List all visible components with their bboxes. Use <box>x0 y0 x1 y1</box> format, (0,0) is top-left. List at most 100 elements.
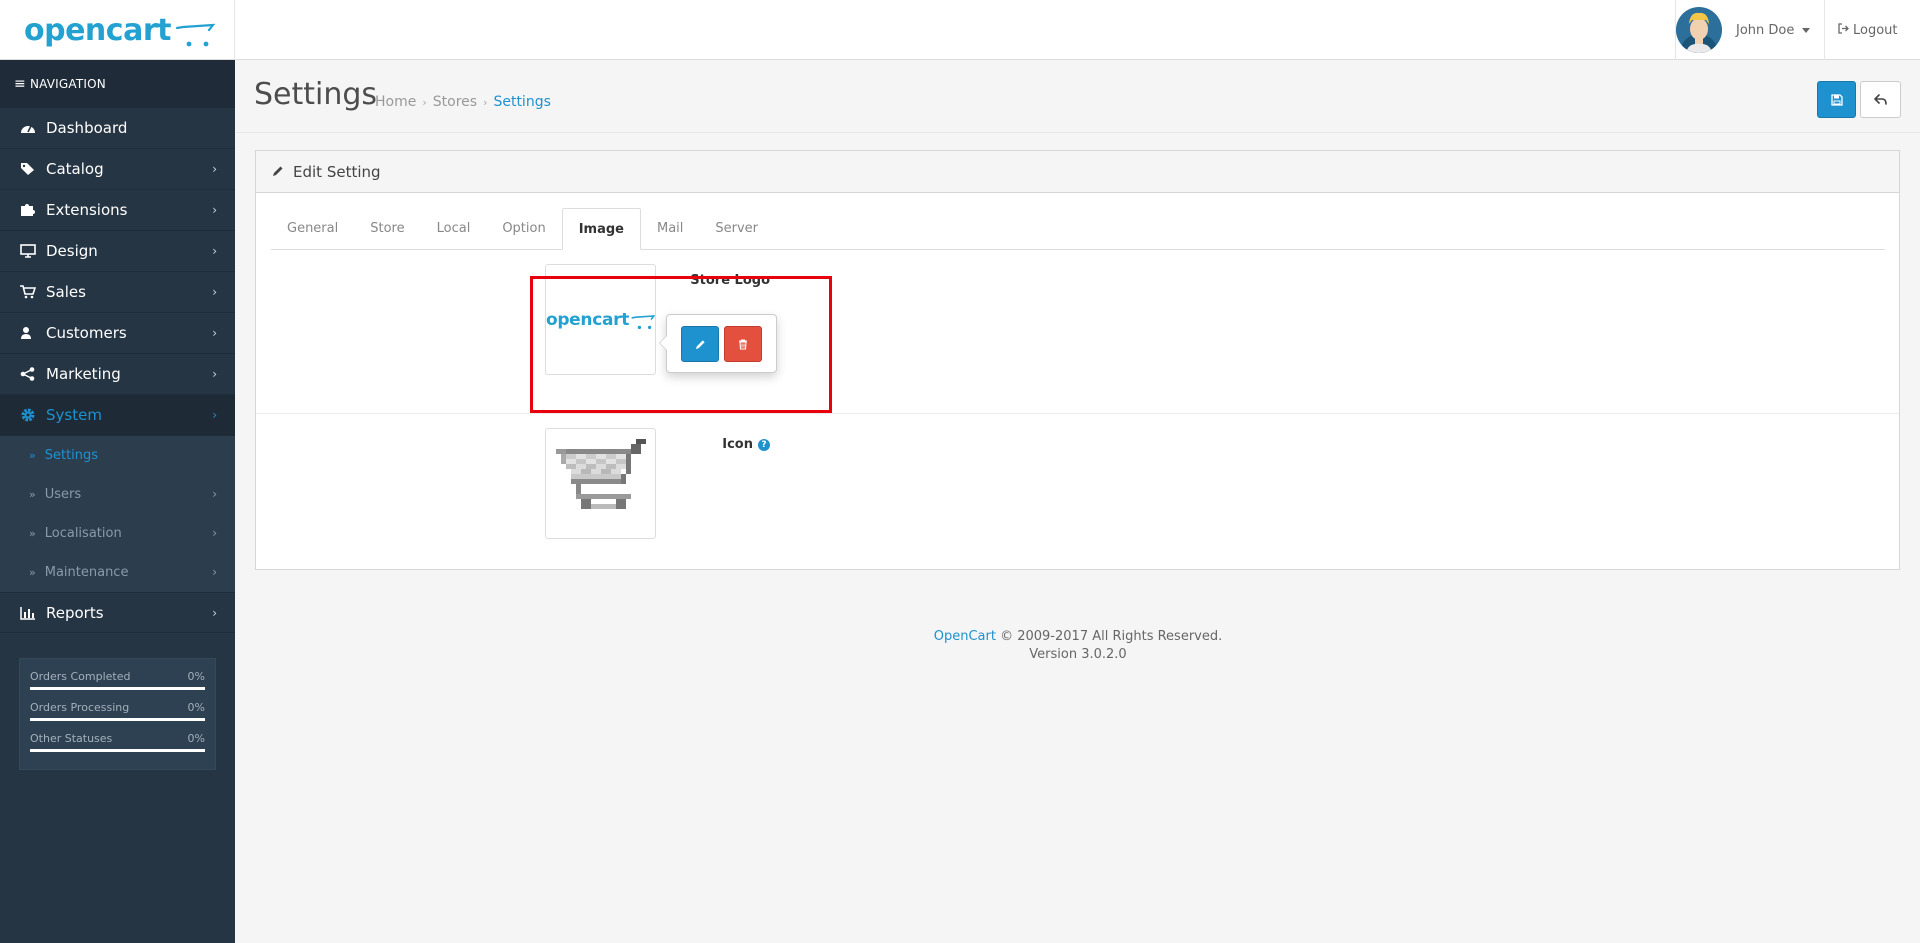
sidebar-item-dashboard[interactable]: Dashboard <box>0 108 235 149</box>
breadcrumb-home[interactable]: Home <box>375 94 416 110</box>
copyright-text: © 2009-2017 All Rights Reserved. <box>1000 629 1223 644</box>
logout-label: Logout <box>1853 22 1898 38</box>
dashboard-icon <box>20 121 46 135</box>
cart-icon <box>20 285 46 299</box>
sidebar: ≡ NAVIGATION Dashboard Catalog › Extensi… <box>0 60 235 943</box>
tab-image[interactable]: Image <box>561 208 641 250</box>
clear-image-button[interactable] <box>724 326 762 362</box>
navigation-title: ≡ NAVIGATION <box>0 60 235 108</box>
tags-icon <box>20 162 46 176</box>
pencil-icon <box>695 339 705 349</box>
sidebar-item-label: Marketing <box>46 365 121 383</box>
sidebar-subitem-users[interactable]: » Users › <box>0 475 235 514</box>
sidebar-item-label: Dashboard <box>46 119 128 137</box>
stat-other-statuses: Other Statuses 0% <box>30 732 205 752</box>
sidebar-item-sales[interactable]: Sales › <box>0 272 235 313</box>
sidebar-subitem-settings[interactable]: » Settings <box>0 436 235 475</box>
sidebar-item-catalog[interactable]: Catalog › <box>0 149 235 190</box>
stat-value: 0% <box>187 701 205 714</box>
settings-tabs: General Store Local Option Image Mail Se… <box>271 208 1885 250</box>
chevron-right-icon: › <box>212 162 217 176</box>
tab-general[interactable]: General <box>271 208 354 249</box>
page-footer: OpenCart © 2009-2017 All Rights Reserved… <box>236 628 1920 664</box>
tab-store[interactable]: Store <box>354 208 420 249</box>
sidebar-item-customers[interactable]: Customers › <box>0 313 235 354</box>
page-header: Settings Home › Stores › Settings <box>236 61 1920 133</box>
sidebar-item-label: Customers <box>46 324 127 342</box>
floppy-icon <box>1830 93 1843 106</box>
avatar <box>1676 7 1722 53</box>
stat-value: 0% <box>187 670 205 683</box>
sidebar-item-reports[interactable]: Reports › <box>0 592 235 633</box>
popover-arrow-inner <box>660 336 667 350</box>
user-name: John Doe <box>1736 22 1795 38</box>
sign-out-icon <box>1838 23 1849 37</box>
footer-copyright-line: OpenCart © 2009-2017 All Rights Reserved… <box>236 628 1920 646</box>
user-menu[interactable]: John Doe <box>1675 0 1825 60</box>
logout-link[interactable]: Logout <box>1838 0 1898 60</box>
breadcrumb-stores[interactable]: Stores <box>433 94 477 110</box>
tab-option[interactable]: Option <box>486 208 561 249</box>
tab-server[interactable]: Server <box>699 208 774 249</box>
edit-setting-panel: Edit Setting General Store Local Option … <box>255 150 1900 570</box>
chevron-right-icon: › <box>212 285 217 299</box>
cart-favicon-icon <box>555 438 646 509</box>
stat-orders-completed: Orders Completed 0% <box>30 670 205 690</box>
progress-bar <box>30 687 205 690</box>
icon-label-text: Icon <box>722 437 753 452</box>
sidebar-subitem-maintenance[interactable]: » Maintenance › <box>0 553 235 592</box>
breadcrumb-settings[interactable]: Settings <box>493 94 550 110</box>
sidebar-item-label: Design <box>46 242 98 260</box>
image-popover <box>659 314 777 373</box>
question-icon[interactable]: ? <box>758 438 770 451</box>
sidebar-item-label: Sales <box>46 283 86 301</box>
form-group-icon: Icon ? <box>256 415 1899 565</box>
sidebar-item-marketing[interactable]: Marketing › <box>0 354 235 395</box>
sidebar-item-label: Reports <box>46 603 104 622</box>
stat-label: Orders Processing <box>30 701 130 714</box>
back-button[interactable] <box>1860 81 1901 118</box>
chevron-right-icon: › <box>212 244 217 258</box>
tab-mail[interactable]: Mail <box>641 208 699 249</box>
opencart-link[interactable]: OpenCart <box>934 629 996 644</box>
top-header: opencart John Doe Logout <box>0 0 1920 60</box>
chevron-right-icon: › <box>212 526 217 540</box>
panel-heading: Edit Setting <box>256 151 1899 193</box>
bars-icon: ≡ <box>14 76 26 92</box>
breadcrumb: Home › Stores › Settings <box>375 94 551 110</box>
edit-image-button[interactable] <box>681 326 719 362</box>
cart-logo-icon <box>175 23 215 46</box>
chevron-right-icon: › <box>212 408 217 422</box>
chevron-right-icon: › <box>212 367 217 381</box>
pencil-icon <box>272 163 284 181</box>
sidebar-item-system[interactable]: System › <box>0 395 235 436</box>
sidebar-item-design[interactable]: Design › <box>0 231 235 272</box>
stat-orders-processing: Orders Processing 0% <box>30 701 205 721</box>
double-chevron-icon: » <box>29 566 36 579</box>
trash-icon <box>739 338 747 350</box>
tab-local[interactable]: Local <box>421 208 487 249</box>
reply-icon <box>1874 94 1887 105</box>
sidebar-subitem-label: Settings <box>44 448 99 463</box>
breadcrumb-separator: › <box>422 95 427 109</box>
chevron-right-icon: › <box>212 487 217 501</box>
save-button[interactable] <box>1817 81 1856 118</box>
stat-value: 0% <box>187 732 205 745</box>
icon-label: Icon ? <box>722 437 770 452</box>
gear-icon <box>20 407 46 423</box>
sidebar-subitem-label: Users <box>44 487 82 502</box>
nav-title-label: NAVIGATION <box>29 77 106 91</box>
form-group-store-logo: Store Logo opencart <box>256 251 1899 414</box>
logo-link[interactable]: opencart <box>0 0 235 60</box>
chevron-down-icon <box>1802 27 1811 33</box>
stat-label: Orders Completed <box>30 670 131 683</box>
opencart-logo: opencart <box>24 13 215 48</box>
chevron-right-icon: › <box>212 326 217 340</box>
chevron-right-icon: › <box>212 606 217 620</box>
sidebar-item-extensions[interactable]: Extensions › <box>0 190 235 231</box>
sidebar-subitem-localisation[interactable]: » Localisation › <box>0 514 235 553</box>
icon-thumbnail[interactable] <box>545 428 656 539</box>
chevron-right-icon: › <box>212 203 217 217</box>
sidebar-item-label: Catalog <box>46 160 104 178</box>
sidebar-subitem-label: Maintenance <box>44 565 129 580</box>
